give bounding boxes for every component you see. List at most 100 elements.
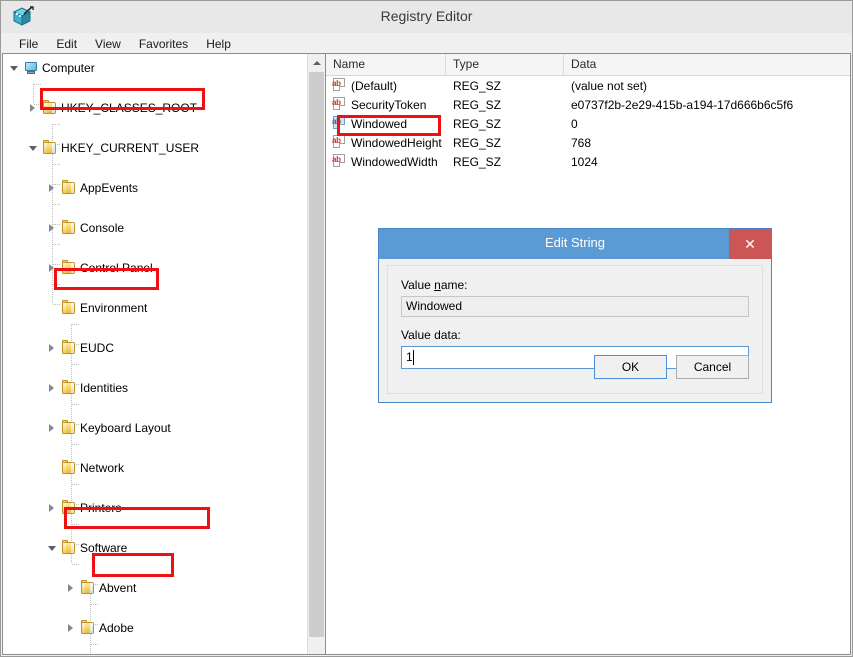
value-type-cell: REG_SZ xyxy=(453,116,502,131)
table-row[interactable]: ab WindowedHeight REG_SZ 768 xyxy=(326,133,850,152)
scrollbar-thumb[interactable] xyxy=(309,72,324,637)
folder-icon xyxy=(61,538,77,558)
value-name-cell: ab SecurityToken xyxy=(326,97,446,112)
tree-vertical-scrollbar[interactable] xyxy=(307,54,325,654)
tree-guide-line xyxy=(72,564,80,565)
column-header-data[interactable]: Data xyxy=(564,54,850,75)
string-value-icon: ab xyxy=(332,78,347,93)
value-name-text: WindowedHeight xyxy=(351,135,442,150)
tree-guide-line xyxy=(53,284,61,285)
folder-icon xyxy=(61,418,77,438)
dialog-buttons: OK Cancel xyxy=(594,355,749,379)
tree-scroll-area: Computer HKEY_CLASSES_ROOT HKEY_CURRENT_US… xyxy=(3,54,308,654)
value-name-text: Windowed xyxy=(351,116,408,131)
chevron-right-icon[interactable] xyxy=(47,338,58,358)
table-row[interactable]: ab WindowedWidth REG_SZ 1024 xyxy=(326,152,850,171)
tree-node[interactable]: Environment xyxy=(3,298,308,318)
chevron-right-icon[interactable] xyxy=(47,178,58,198)
column-header-name[interactable]: Name xyxy=(326,54,446,75)
table-row[interactable]: ab (Default) REG_SZ (value not set) xyxy=(326,76,850,95)
tree-node-label: Identities xyxy=(80,381,129,395)
tree-node[interactable]: Identities xyxy=(3,378,308,398)
chevron-right-icon[interactable] xyxy=(66,618,77,638)
scroll-up-arrow-icon[interactable] xyxy=(308,54,324,71)
folder-icon xyxy=(61,298,77,318)
tree-guide-line xyxy=(53,204,61,205)
menu-help[interactable]: Help xyxy=(197,35,240,53)
menu-favorites[interactable]: Favorites xyxy=(130,35,197,53)
chevron-right-icon[interactable] xyxy=(47,258,58,278)
registry-tree[interactable]: Computer HKEY_CLASSES_ROOT HKEY_CURRENT_US… xyxy=(3,54,308,654)
tree-guide-line xyxy=(53,124,61,125)
tree-node[interactable]: Console xyxy=(3,218,308,238)
tree-node[interactable]: Network xyxy=(3,458,308,478)
cancel-button[interactable]: Cancel xyxy=(676,355,749,379)
value-name-cell: ab WindowedHeight xyxy=(326,135,446,150)
tree-node[interactable]: Computer xyxy=(3,58,308,78)
string-value-icon: ab xyxy=(332,154,347,169)
close-icon[interactable]: ✕ xyxy=(729,229,771,259)
chevron-right-icon[interactable] xyxy=(47,378,58,398)
list-column-headers: Name Type Data xyxy=(326,54,850,76)
edit-string-dialog: Edit String ✕ Value name: Windowed Value… xyxy=(378,228,772,403)
title-bar: Registry Editor xyxy=(1,1,852,33)
tree-node-label: AppEvents xyxy=(80,181,139,195)
tree-node-label: EUDC xyxy=(80,341,115,355)
value-type-cell: REG_SZ xyxy=(453,78,502,93)
menu-edit[interactable]: Edit xyxy=(47,35,86,53)
folder-icon xyxy=(61,458,77,478)
tree-node[interactable]: Keyboard Layout xyxy=(3,418,308,438)
tree-node-label: Printers xyxy=(80,501,122,515)
menu-bar: File Edit View Favorites Help xyxy=(1,33,852,55)
tree-node[interactable]: HKEY_CURRENT_USER xyxy=(3,138,308,158)
chevron-right-icon[interactable] xyxy=(47,218,58,238)
table-row[interactable]: ab SecurityToken REG_SZ e0737f2b-2e29-415b-… xyxy=(326,95,850,114)
folder-icon xyxy=(61,178,77,198)
tree-node-label: Network xyxy=(80,461,125,475)
folder-icon xyxy=(61,378,77,398)
column-header-type[interactable]: Type xyxy=(446,54,564,75)
registry-values-list: ab (Default) REG_SZ (value not set) ab Securi… xyxy=(326,76,850,171)
menu-file[interactable]: File xyxy=(10,35,47,53)
value-data-cell: 0 xyxy=(571,116,578,131)
value-name-cell: ab (Default) xyxy=(326,78,446,93)
tree-node[interactable]: Printers xyxy=(3,498,308,518)
value-data-cell: e0737f2b-2e29-415b-a194-17d666b6c5f6 xyxy=(571,97,794,112)
tree-node[interactable]: Adobe xyxy=(3,618,308,638)
registry-tree-pane: Computer HKEY_CLASSES_ROOT HKEY_CURRENT_US… xyxy=(2,53,326,655)
value-name-text: WindowedWidth xyxy=(351,154,438,169)
tree-node[interactable]: Control Panel xyxy=(3,258,308,278)
tree-node-label: HKEY_CURRENT_USER xyxy=(61,141,200,155)
chevron-right-icon[interactable] xyxy=(47,418,58,438)
value-type-cell: REG_SZ xyxy=(453,154,502,169)
tree-node[interactable]: AppEvents xyxy=(3,178,308,198)
value-name-field[interactable]: Windowed xyxy=(401,296,749,317)
tree-node-label: Adobe xyxy=(99,621,134,635)
tree-node[interactable]: EUDC xyxy=(3,338,308,358)
dialog-title: Edit String xyxy=(545,235,605,250)
tree-node-label: Environment xyxy=(80,301,148,315)
tree-node[interactable]: Abvent xyxy=(3,578,308,598)
tree-node[interactable]: Software xyxy=(3,538,308,558)
folder-icon xyxy=(61,338,77,358)
tree-node[interactable]: HKEY_CLASSES_ROOT xyxy=(3,98,308,118)
chevron-down-icon[interactable] xyxy=(47,538,58,558)
chevron-down-icon[interactable] xyxy=(9,58,20,78)
chevron-right-icon[interactable] xyxy=(47,498,58,518)
chevron-right-icon[interactable] xyxy=(28,98,39,118)
ok-button[interactable]: OK xyxy=(594,355,667,379)
chevron-down-icon[interactable] xyxy=(28,138,39,158)
tree-guide-line xyxy=(72,444,80,445)
value-data-cell: 768 xyxy=(571,135,592,150)
tree-node-label: Software xyxy=(80,541,128,555)
tree-guide-line xyxy=(72,404,80,405)
value-data-label: Value data: xyxy=(401,328,461,342)
chevron-right-icon[interactable] xyxy=(66,578,77,598)
value-type-cell: REG_SZ xyxy=(453,97,502,112)
tree-node-label: Computer xyxy=(42,61,95,75)
tree-guide-line xyxy=(72,324,80,325)
table-row[interactable]: ab Windowed REG_SZ 0 xyxy=(326,114,850,133)
tree-node-label: Keyboard Layout xyxy=(80,421,171,435)
menu-view[interactable]: View xyxy=(86,35,130,53)
value-name-label: Value name: xyxy=(401,278,468,292)
